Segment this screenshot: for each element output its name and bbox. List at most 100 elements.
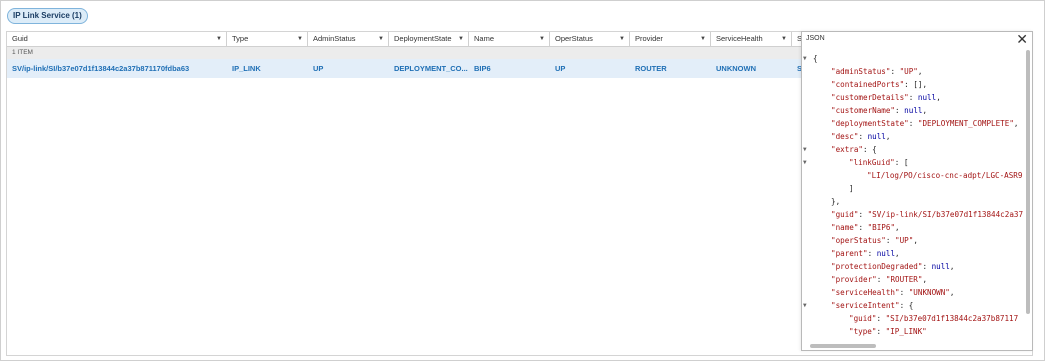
column-header-label: Type bbox=[232, 34, 249, 43]
json-panel-title: JSON bbox=[806, 35, 825, 42]
fold-toggle-icon[interactable]: ▼ bbox=[803, 146, 807, 153]
fold-toggle-icon[interactable]: ▼ bbox=[803, 55, 807, 62]
json-line: "name": "BIP6", bbox=[831, 221, 900, 234]
json-token: null bbox=[904, 106, 923, 115]
json-line: "provider": "ROUTER", bbox=[831, 273, 927, 286]
json-token: , bbox=[936, 93, 941, 102]
json-token: , bbox=[922, 106, 928, 115]
json-token: "UP" bbox=[899, 67, 918, 76]
json-token: , bbox=[895, 249, 900, 258]
json-line: "serviceIntent": { bbox=[831, 299, 913, 312]
json-viewer[interactable]: ▼{"adminStatus": "UP", "containedPorts": … bbox=[802, 48, 1024, 344]
column-header-servicehealth[interactable]: ServiceHealth ▼ bbox=[711, 32, 792, 46]
json-token: "customerName" bbox=[831, 106, 896, 115]
json-token: "ROUTER" bbox=[885, 275, 923, 284]
json-token: : [], bbox=[904, 80, 928, 89]
sort-dropdown-icon[interactable]: ▼ bbox=[700, 32, 706, 46]
json-panel: JSON ✕ ▼{"adminStatus": "UP", "containedP… bbox=[801, 31, 1033, 351]
json-line: "guid": "SI/b37e07d1f13844c2a37b87117 bbox=[849, 312, 1018, 325]
sort-dropdown-icon[interactable]: ▼ bbox=[781, 32, 787, 46]
column-header-deploymentstate[interactable]: DeploymentState ▼ bbox=[389, 32, 469, 46]
sort-dropdown-icon[interactable]: ▼ bbox=[458, 32, 464, 46]
column-header-label: Provider bbox=[635, 34, 663, 43]
json-token: : bbox=[890, 67, 900, 76]
json-token: : { bbox=[863, 145, 877, 154]
json-token: null bbox=[876, 249, 896, 258]
json-token: "UP" bbox=[895, 236, 914, 245]
json-line: "adminStatus": "UP", bbox=[831, 65, 922, 78]
json-line: "desc": null, bbox=[831, 130, 890, 143]
json-token: "adminStatus" bbox=[831, 67, 891, 76]
json-token: : bbox=[899, 288, 909, 297]
sort-dropdown-icon[interactable]: ▼ bbox=[378, 32, 384, 46]
json-line: "linkGuid": [ bbox=[849, 156, 908, 169]
json-token: "BIP6" bbox=[867, 223, 896, 232]
column-header-label: ServiceHealth bbox=[716, 34, 763, 43]
column-header-name[interactable]: Name ▼ bbox=[469, 32, 550, 46]
json-line: "protectionDegraded": null, bbox=[831, 260, 954, 273]
sort-dropdown-icon[interactable]: ▼ bbox=[619, 32, 625, 46]
json-line: "LI/log/PO/cisco-cnc-adpt/LGC-ASR9 bbox=[867, 169, 1022, 182]
json-token: "extra" bbox=[831, 145, 864, 154]
json-token: "parent" bbox=[831, 249, 868, 258]
json-token: "containedPorts" bbox=[831, 80, 905, 89]
json-line: "customerName": null, bbox=[831, 104, 927, 117]
column-header-guid[interactable]: Guid ▼ bbox=[7, 32, 227, 46]
vertical-scrollbar[interactable] bbox=[1026, 50, 1030, 314]
sort-dropdown-icon[interactable]: ▼ bbox=[216, 32, 222, 46]
json-token: , bbox=[917, 67, 923, 76]
json-token: , bbox=[913, 236, 918, 245]
json-token: "desc" bbox=[831, 132, 859, 141]
fold-toggle-icon[interactable]: ▼ bbox=[803, 159, 807, 166]
json-token: "SI/b37e07d1f13844c2a37b87117 bbox=[885, 314, 1019, 323]
json-line: "deploymentState": "DEPLOYMENT_COMPLETE"… bbox=[831, 117, 1018, 130]
json-token: }, bbox=[831, 197, 841, 206]
json-panel-header: JSON ✕ bbox=[802, 31, 1032, 48]
json-token: "name" bbox=[831, 223, 859, 232]
sort-dropdown-icon[interactable]: ▼ bbox=[297, 32, 303, 46]
json-token: ] bbox=[849, 184, 854, 193]
json-token: , bbox=[949, 288, 955, 297]
json-token: : bbox=[876, 327, 886, 336]
json-line: "guid": "SV/ip-link/SI/b37e07d1f13844c2a… bbox=[831, 208, 1023, 221]
json-line: ] bbox=[849, 182, 854, 195]
column-header-label: Guid bbox=[12, 34, 28, 43]
sort-dropdown-icon[interactable]: ▼ bbox=[539, 32, 545, 46]
json-token: : bbox=[876, 275, 886, 284]
json-line: { bbox=[813, 52, 818, 65]
cell-guid[interactable]: SV/ip-link/SI/b37e07d1f13844c2a37b871170… bbox=[7, 59, 227, 78]
json-line: }, bbox=[831, 195, 840, 208]
tab-ip-link-service[interactable]: IP Link Service (1) bbox=[7, 8, 88, 24]
json-line: "parent": null, bbox=[831, 247, 900, 260]
cell-provider: ROUTER bbox=[635, 64, 667, 73]
column-header-adminstatus[interactable]: AdminStatus ▼ bbox=[308, 32, 389, 46]
cell-operstatus: UP bbox=[555, 64, 566, 73]
column-header-provider[interactable]: Provider ▼ bbox=[630, 32, 711, 46]
close-icon[interactable]: ✕ bbox=[1016, 31, 1028, 48]
json-token: "serviceHealth" bbox=[831, 288, 900, 297]
json-token: "deploymentState" bbox=[831, 119, 909, 128]
json-token: : bbox=[922, 262, 932, 271]
column-header-operstatus[interactable]: OperStatus ▼ bbox=[550, 32, 630, 46]
json-token: "IP_LINK" bbox=[885, 327, 927, 336]
json-token: , bbox=[949, 262, 955, 271]
json-line: "type": "IP_LINK" bbox=[849, 325, 927, 338]
json-token: { bbox=[813, 54, 818, 63]
json-token: : bbox=[895, 106, 905, 115]
json-token: : { bbox=[899, 301, 914, 310]
column-header-label: OperStatus bbox=[555, 34, 593, 43]
fold-toggle-icon[interactable]: ▼ bbox=[803, 302, 807, 309]
json-line: "containedPorts": [], bbox=[831, 78, 927, 91]
json-token: : bbox=[908, 119, 918, 128]
horizontal-scrollbar[interactable] bbox=[810, 344, 876, 348]
json-token: , bbox=[885, 132, 891, 141]
json-token: "LI/log/PO/cisco-cnc-adpt/LGC-ASR9 bbox=[867, 171, 1023, 180]
json-line: "customerDetails": null, bbox=[831, 91, 941, 104]
json-token: : bbox=[867, 249, 877, 258]
json-token: : bbox=[885, 236, 896, 245]
json-token: : bbox=[858, 223, 868, 232]
cell-adminstatus: UP bbox=[313, 64, 324, 73]
column-header-type[interactable]: Type ▼ bbox=[227, 32, 308, 46]
json-token: "guid" bbox=[849, 314, 877, 323]
json-token: "SV/ip-link/SI/b37e07d1f13844c2a37 bbox=[867, 210, 1024, 219]
